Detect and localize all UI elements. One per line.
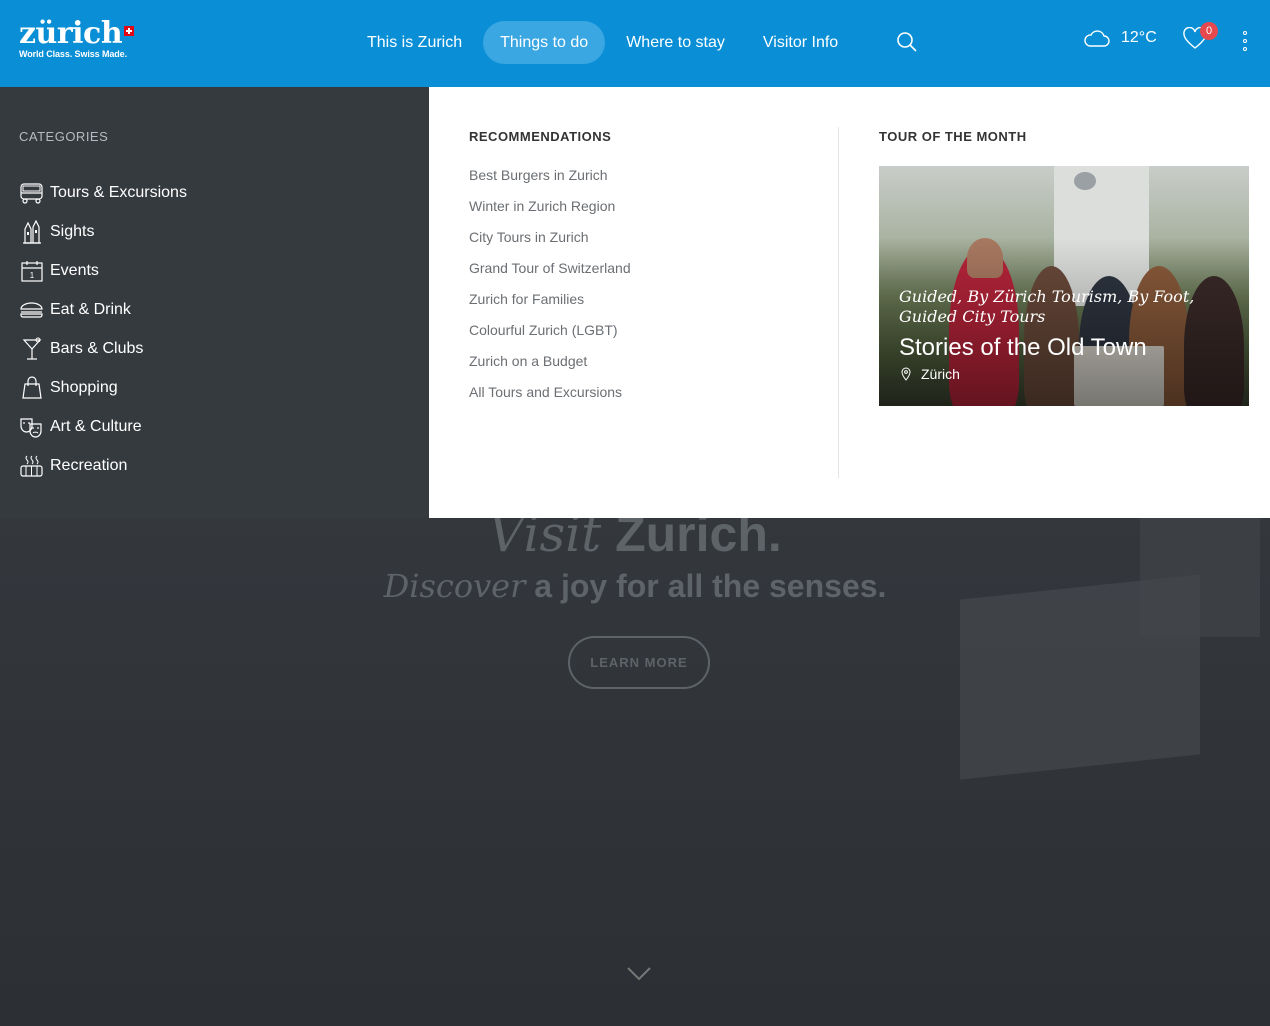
category-label: Shopping <box>50 378 118 396</box>
map-pin-icon <box>901 367 911 381</box>
sights-icon <box>19 219 44 244</box>
recommendation-link[interactable]: City Tours in Zurich <box>469 229 631 260</box>
logo-tagline: World Class. Swiss Made. <box>19 49 127 59</box>
category-label: Events <box>50 261 99 279</box>
category-art-culture[interactable]: Art & Culture <box>19 407 187 446</box>
recommendation-link[interactable]: Zurich for Families <box>469 291 631 322</box>
category-label: Bars & Clubs <box>50 339 144 357</box>
category-shopping[interactable]: Shopping <box>19 368 187 407</box>
site-header: zürich World Class. Swiss Made. This is … <box>0 0 1270 87</box>
search-icon[interactable] <box>896 31 918 53</box>
bus-icon <box>19 180 44 205</box>
category-label: Art & Culture <box>50 417 142 435</box>
learn-more-button[interactable]: LEARN MORE <box>568 636 710 689</box>
nav-where-to-stay[interactable]: Where to stay <box>609 21 742 64</box>
recommendation-link[interactable]: Best Burgers in Zurich <box>469 167 631 198</box>
zurich-logo[interactable]: zürich World Class. Swiss Made. <box>19 16 135 60</box>
categories-list: Tours & Excursions Sights 1 Events Eat &… <box>19 173 187 485</box>
recommendations-list: Best Burgers in Zurich Winter in Zurich … <box>469 167 631 415</box>
category-eat-drink[interactable]: Eat & Drink <box>19 290 187 329</box>
nav-things-to-do[interactable]: Things to do <box>483 21 606 64</box>
recommendation-link[interactable]: All Tours and Excursions <box>469 384 631 415</box>
tour-title: Stories of the Old Town <box>899 334 1147 361</box>
temperature-label: 12°C <box>1121 29 1157 46</box>
nav-visitor-info[interactable]: Visitor Info <box>746 21 855 64</box>
swiss-cross-icon <box>124 26 135 36</box>
category-sights[interactable]: Sights <box>19 212 187 251</box>
mega-menu-panel: RECOMMENDATIONS Best Burgers in Zurich W… <box>429 87 1270 518</box>
tour-of-month-card[interactable]: Guided, By Zürich Tourism, By Foot, Guid… <box>879 166 1249 406</box>
tour-of-month-heading: TOUR OF THE MONTH <box>879 129 1027 144</box>
recommendation-link[interactable]: Winter in Zurich Region <box>469 198 631 229</box>
theater-masks-icon <box>19 414 44 439</box>
category-label: Recreation <box>50 456 128 474</box>
categories-heading: CATEGORIES <box>19 129 109 144</box>
hot-tub-icon <box>19 453 44 478</box>
category-label: Eat & Drink <box>50 300 131 318</box>
vertical-dots-icon[interactable] <box>1239 31 1251 55</box>
recommendation-link[interactable]: Grand Tour of Switzerland <box>469 260 631 291</box>
tour-location-label: Zürich <box>921 366 960 382</box>
nav-this-is-zurich[interactable]: This is Zurich <box>350 21 479 64</box>
tour-tags: Guided, By Zürich Tourism, By Foot, Guid… <box>899 287 1195 326</box>
logo-wordmark: zürich <box>19 16 123 51</box>
recommendation-link[interactable]: Zurich on a Budget <box>469 353 631 384</box>
cocktail-icon <box>19 336 44 361</box>
category-bars-clubs[interactable]: Bars & Clubs <box>19 329 187 368</box>
recommendation-link[interactable]: Colourful Zurich (LGBT) <box>469 322 631 353</box>
burger-icon <box>19 297 44 322</box>
hero-subtitle: Discover a joy for all the senses. <box>383 567 887 605</box>
category-tours-excursions[interactable]: Tours & Excursions <box>19 173 187 212</box>
favorites-button[interactable]: 0 <box>1182 22 1218 57</box>
favorites-count-badge: 0 <box>1200 22 1218 40</box>
cloud-icon <box>1084 30 1110 47</box>
calendar-icon: 1 <box>19 258 44 283</box>
category-events[interactable]: 1 Events <box>19 251 187 290</box>
weather-widget[interactable]: 12°C <box>1084 28 1157 48</box>
recommendations-heading: RECOMMENDATIONS <box>469 129 612 144</box>
chevron-down-icon[interactable] <box>627 967 651 981</box>
shopping-bag-icon <box>19 375 44 400</box>
category-label: Sights <box>50 222 95 240</box>
category-recreation[interactable]: Recreation <box>19 446 187 485</box>
tour-location: Zürich <box>901 366 960 382</box>
main-nav: This is Zurich Things to do Where to sta… <box>350 21 859 64</box>
svg-text:1: 1 <box>29 271 34 280</box>
column-divider <box>838 127 839 478</box>
categories-panel: CATEGORIES Tours & Excursions Sights 1 E… <box>0 87 429 518</box>
category-label: Tours & Excursions <box>50 183 187 201</box>
